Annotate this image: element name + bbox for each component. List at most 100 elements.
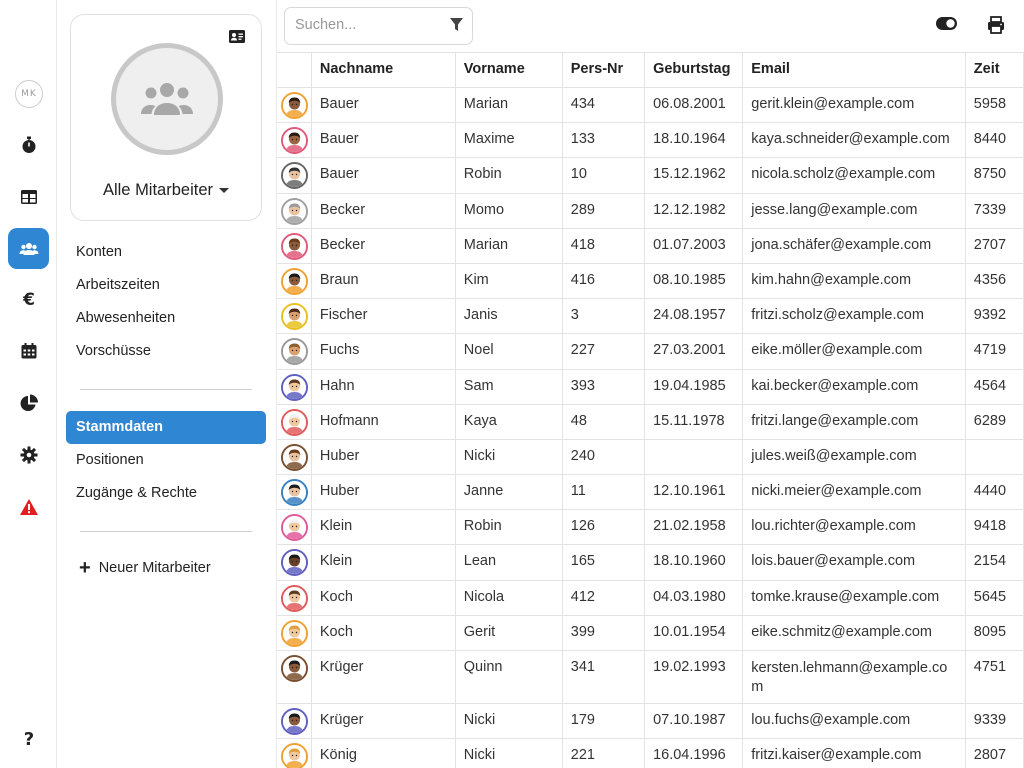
employee-avatar <box>281 267 308 295</box>
table-row[interactable]: Becker Marian 418 01.07.2003 jona.schäfer@ex… <box>277 227 1024 264</box>
avatar-cell <box>277 738 312 768</box>
employee-avatar <box>281 443 308 471</box>
cell-zeit: 2707 <box>964 227 1024 264</box>
calendar-icon[interactable] <box>8 330 49 371</box>
sidebar-item-arbeitszeiten[interactable]: Arbeitszeiten <box>66 269 266 302</box>
cell-zeit: 5958 <box>964 86 1024 124</box>
header-persnr[interactable]: Pers-Nr <box>561 52 646 88</box>
cell-persnr: 418 <box>561 227 646 264</box>
cell-birthday: 07.10.1987 <box>644 702 744 740</box>
warning-icon[interactable] <box>8 486 49 527</box>
table-row[interactable]: Hahn Sam 393 19.04.1985 kai.becker@example.c… <box>277 368 1024 405</box>
table-row[interactable]: Huber Janne 11 12.10.1961 nicki.meier@exampl… <box>277 474 1024 511</box>
cell-birthday <box>644 438 744 476</box>
employee-avatar <box>281 479 308 507</box>
cell-zeit: 2154 <box>964 544 1024 581</box>
menu-accounts: Konten Arbeitszeiten Abwesenheiten Vorschüs… <box>66 236 266 368</box>
question-icon[interactable]: ? <box>8 717 49 758</box>
cell-zeit: 8440 <box>964 122 1024 159</box>
avatar-cell <box>277 438 312 476</box>
employee-avatar <box>281 197 308 225</box>
cell-firstname: Lean <box>454 544 563 581</box>
table-row[interactable]: Braun Kim 416 08.10.1985 kim.hahn@example.co… <box>277 262 1024 300</box>
cell-zeit: 7339 <box>964 192 1024 229</box>
cell-lastname: Huber <box>310 438 456 476</box>
id-card-icon[interactable] <box>229 30 245 47</box>
table-row[interactable]: Fuchs Noel 227 27.03.2001 eike.möller@exampl… <box>277 333 1024 370</box>
cell-lastname: Hahn <box>310 368 456 405</box>
table-row[interactable]: König Nicki 221 16.04.1996 fritzi.kaiser@exa… <box>277 738 1024 768</box>
main-content: Nachname Vorname Pers-Nr Geburtstag Emai… <box>277 0 1024 768</box>
table-row[interactable]: Bauer Marian 434 06.08.2001 gerit.klein@exam… <box>277 86 1024 124</box>
header-birthday[interactable]: Geburtstag <box>644 52 744 88</box>
euro-icon[interactable]: € <box>8 278 49 319</box>
avatar-cell <box>277 227 312 264</box>
cell-firstname: Marian <box>454 86 563 124</box>
table-row[interactable]: Klein Robin 126 21.02.1958 lou.richter@examp… <box>277 509 1024 546</box>
table-row[interactable]: Becker Momo 289 12.12.1982 jesse.lang@exampl… <box>277 192 1024 229</box>
cell-firstname: Momo <box>454 192 563 229</box>
cell-lastname: Koch <box>310 614 456 652</box>
sidebar-item-abwesenheiten[interactable]: Abwesenheiten <box>66 302 266 335</box>
print-icon[interactable] <box>987 16 1005 38</box>
cell-persnr: 393 <box>561 368 646 405</box>
search-input[interactable] <box>295 17 445 33</box>
cell-email: fritzi.lange@example.com <box>742 403 966 440</box>
header-email[interactable]: Email <box>742 52 966 88</box>
new-employee-button[interactable]: + Neuer Mitarbeiter <box>79 558 211 578</box>
user-avatar[interactable]: MK <box>15 80 43 108</box>
table-row[interactable]: Klein Lean 165 18.10.1960 lois.bauer@example… <box>277 544 1024 581</box>
header-zeit[interactable]: Zeit <box>964 52 1024 88</box>
cell-zeit: 4751 <box>964 650 1024 704</box>
cell-birthday: 10.01.1954 <box>644 614 744 652</box>
cell-zeit: 8095 <box>964 614 1024 652</box>
users-icon[interactable] <box>8 228 49 269</box>
table-row[interactable]: Bauer Maxime 133 18.10.1964 kaya.schneider@e… <box>277 122 1024 159</box>
group-selector[interactable]: Alle Mitarbeiter <box>71 181 261 200</box>
pie-chart-icon[interactable] <box>8 382 49 423</box>
cell-zeit: 6289 <box>964 403 1024 440</box>
table-row[interactable]: Krüger Quinn 341 19.02.1993 kersten.lehmann@… <box>277 650 1024 704</box>
cell-firstname: Marian <box>454 227 563 264</box>
table-row[interactable]: Hofmann Kaya 48 15.11.1978 fritzi.lange@exam… <box>277 403 1024 440</box>
avatar-cell <box>277 368 312 405</box>
header-firstname[interactable]: Vorname <box>454 52 563 88</box>
cell-firstname: Nicki <box>454 738 563 768</box>
employee-avatar <box>281 743 308 768</box>
employee-avatar <box>281 232 308 260</box>
table-row[interactable]: Fischer Janis 3 24.08.1957 fritzi.scholz@exa… <box>277 298 1024 335</box>
employee-avatar <box>281 514 308 542</box>
cell-persnr: 341 <box>561 650 646 704</box>
cell-email: eike.möller@example.com <box>742 333 966 370</box>
divider <box>80 389 252 390</box>
cell-email: kaya.schneider@example.com <box>742 122 966 159</box>
cell-persnr: 416 <box>561 262 646 300</box>
cell-email: jesse.lang@example.com <box>742 192 966 229</box>
stopwatch-icon[interactable] <box>8 124 49 165</box>
cell-email: lois.bauer@example.com <box>742 544 966 581</box>
cell-email: fritzi.kaiser@example.com <box>742 738 966 768</box>
table-row[interactable]: Bauer Robin 10 15.12.1962 nicola.scholz@exam… <box>277 157 1024 194</box>
sidebar-item-vorschüsse[interactable]: Vorschüsse <box>66 335 266 368</box>
table-row[interactable]: Koch Gerit 399 10.01.1954 eike.schmitz@examp… <box>277 614 1024 652</box>
filter-icon[interactable] <box>450 18 463 36</box>
sidebar-item-zugänge-rechte[interactable]: Zugänge & Rechte <box>66 477 266 510</box>
cell-birthday: 15.11.1978 <box>644 403 744 440</box>
toggle-icon[interactable] <box>936 17 957 34</box>
cell-lastname: Krüger <box>310 650 456 704</box>
table-row[interactable]: Koch Nicola 412 04.03.1980 tomke.krause@exam… <box>277 579 1024 616</box>
cell-persnr: 10 <box>561 157 646 194</box>
cell-birthday: 04.03.1980 <box>644 579 744 616</box>
table-icon[interactable] <box>8 176 49 217</box>
table-row[interactable]: Huber Nicki 240 jules.weiß@example.com <box>277 438 1024 476</box>
gear-icon[interactable] <box>8 434 49 475</box>
cell-email: eike.schmitz@example.com <box>742 614 966 652</box>
avatar-cell <box>277 86 312 124</box>
table-row[interactable]: Krüger Nicki 179 07.10.1987 lou.fuchs@exampl… <box>277 702 1024 740</box>
caret-down-icon <box>219 188 230 194</box>
sidebar-item-stammdaten[interactable]: Stammdaten <box>66 411 266 444</box>
sidebar-item-konten[interactable]: Konten <box>66 236 266 269</box>
cell-email: fritzi.scholz@example.com <box>742 298 966 335</box>
header-lastname[interactable]: Nachname <box>310 52 456 88</box>
sidebar-item-positionen[interactable]: Positionen <box>66 444 266 477</box>
